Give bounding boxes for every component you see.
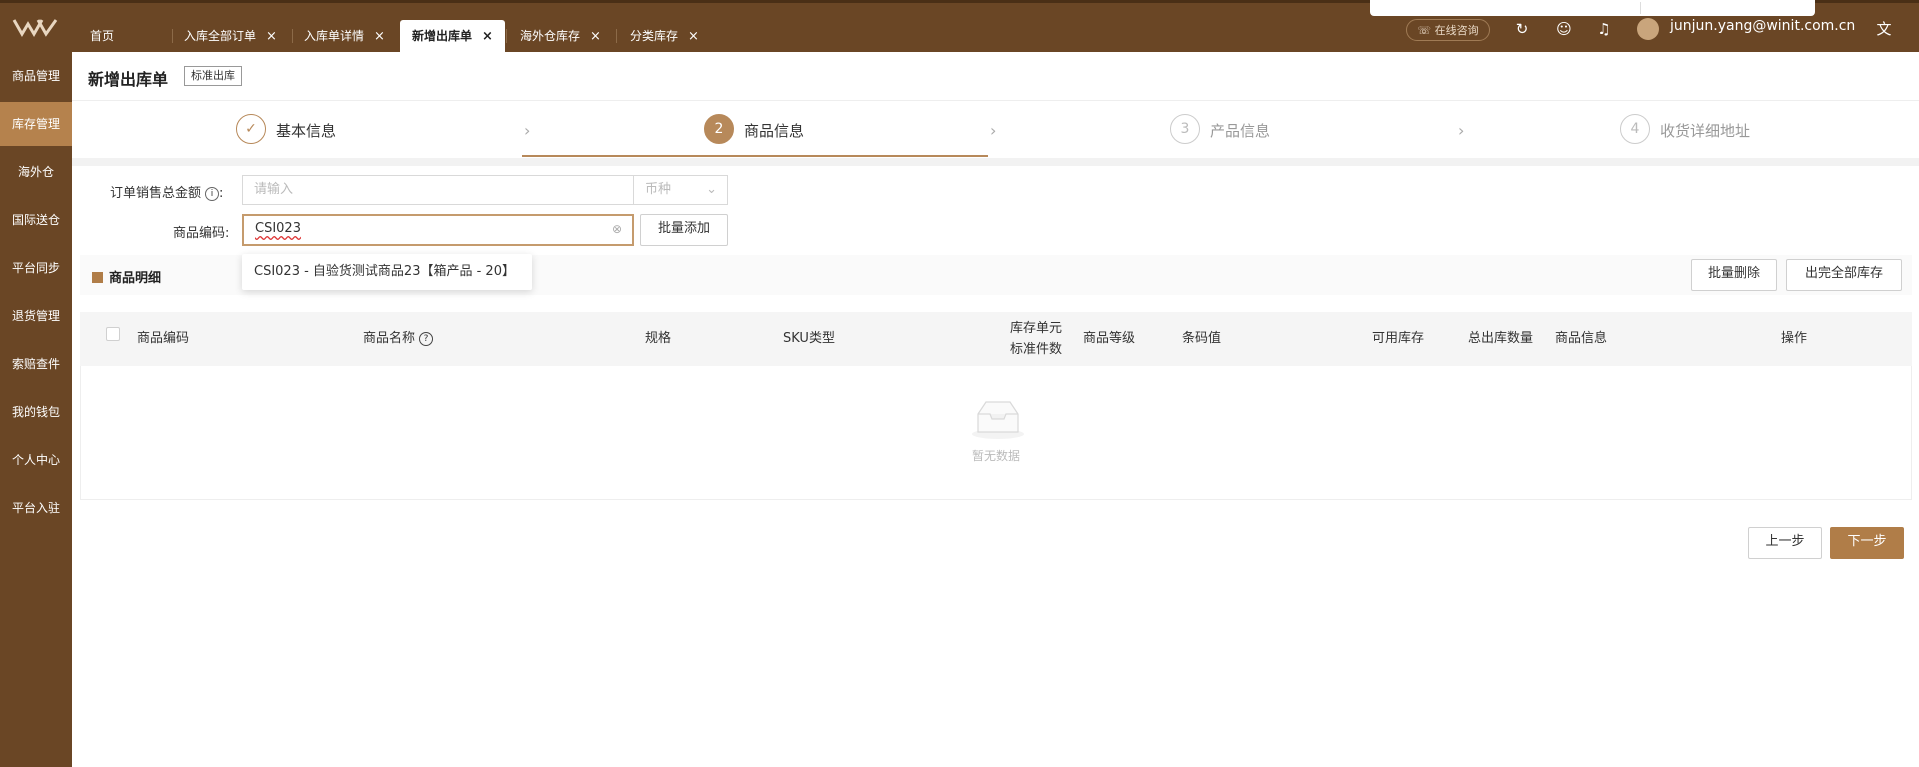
close-icon[interactable]: × xyxy=(688,29,699,44)
empty-state-text: 暂无数据 xyxy=(971,449,1020,463)
sidebar-item-claims[interactable]: 索赔查件 xyxy=(0,342,72,386)
tab-inbound-all-orders[interactable]: 入库全部订单 × xyxy=(184,20,277,52)
total-amount-label: 订单销售总金额 i: xyxy=(110,186,224,201)
chevron-right-icon: › xyxy=(1458,121,1465,140)
bell-icon[interactable]: ♫ xyxy=(1594,19,1614,39)
col-available-stock: 可用库存 xyxy=(1372,331,1425,346)
tab-new-outbound[interactable]: 新增出库单 × xyxy=(400,20,505,52)
select-all-checkbox[interactable] xyxy=(106,327,120,341)
tab-category-inventory[interactable]: 分类库存 × xyxy=(630,20,699,52)
close-icon[interactable]: × xyxy=(374,29,385,44)
close-icon[interactable]: × xyxy=(590,29,601,44)
table-header xyxy=(80,312,1912,366)
col-standard-qty: 标准件数 xyxy=(1010,342,1063,357)
page-title: 新增出库单 xyxy=(88,70,169,89)
translate-icon[interactable]: 文 xyxy=(1874,19,1894,39)
dropdown-popup-edge xyxy=(1370,0,1815,16)
active-step-indicator xyxy=(522,155,988,157)
tab-overseas-inventory[interactable]: 海外仓库存 × xyxy=(520,20,601,52)
check-icon: ✓ xyxy=(236,114,266,144)
col-product-info: 商品信息 xyxy=(1555,331,1608,346)
sidebar-item-products[interactable]: 商品管理 xyxy=(0,54,72,98)
sidebar-item-inventory[interactable]: 库存管理 xyxy=(0,102,72,146)
empty-inbox-icon xyxy=(972,401,1024,439)
headset-icon: ☏ xyxy=(1417,24,1435,37)
clear-icon[interactable]: ⊗ xyxy=(612,216,622,242)
sidebar-item-wallet[interactable]: 我的钱包 xyxy=(0,390,72,434)
col-spec: 规格 xyxy=(645,331,672,346)
col-product-code: 商品编码 xyxy=(137,331,190,346)
ship-all-inventory-button[interactable]: 出完全部库存 xyxy=(1786,259,1902,291)
currency-select[interactable]: 币种 ⌄ xyxy=(633,175,728,205)
sidebar-item-intl-delivery[interactable]: 国际送仓 xyxy=(0,198,72,242)
sidebar-item-returns[interactable]: 退货管理 xyxy=(0,294,72,338)
avatar[interactable] xyxy=(1637,18,1659,40)
batch-add-button[interactable]: 批量添加 xyxy=(640,214,728,246)
prev-step-button[interactable]: 上一步 xyxy=(1748,527,1822,559)
online-chat-button[interactable]: ☏ 在线咨询 xyxy=(1406,19,1490,41)
user-email[interactable]: junjun.yang@winit.com.cn xyxy=(1670,18,1855,34)
tab-home[interactable]: 首页 xyxy=(90,20,114,52)
product-code-label: 商品编码: xyxy=(173,226,230,241)
total-amount-input[interactable]: 请输入 xyxy=(242,175,634,205)
tab-inbound-detail[interactable]: 入库单详情 × xyxy=(304,20,385,52)
next-step-button[interactable]: 下一步 xyxy=(1830,527,1904,559)
refresh-icon[interactable]: ↻ xyxy=(1512,19,1532,39)
chevron-right-icon: › xyxy=(990,121,997,140)
col-sku-type: SKU类型 xyxy=(783,331,835,346)
close-icon[interactable]: × xyxy=(266,29,277,44)
chevron-right-icon: › xyxy=(524,121,531,140)
brand-logo[interactable] xyxy=(12,16,58,38)
outbound-type-badge: 标准出库 xyxy=(184,66,242,86)
sidebar-item-overseas-warehouse[interactable]: 海外仓 xyxy=(0,150,72,194)
col-barcode: 条码值 xyxy=(1182,331,1222,346)
sidebar-item-profile[interactable]: 个人中心 xyxy=(0,438,72,482)
col-actions: 操作 xyxy=(1781,331,1808,346)
col-product-name: 商品名称? xyxy=(363,327,434,346)
sidebar-item-platform-sync[interactable]: 平台同步 xyxy=(0,246,72,290)
sidebar: 商品管理 库存管理 海外仓 国际送仓 平台同步 退货管理 索赔查件 我的钱包 个… xyxy=(0,52,72,767)
product-code-input[interactable]: CSI023 ⊗ xyxy=(242,214,634,246)
product-suggestion-item[interactable]: CSI023 - 自验货测试商品23【箱产品 - 20】 xyxy=(242,254,532,290)
info-icon[interactable]: i xyxy=(205,186,220,201)
col-stock-unit: 库存单元 xyxy=(1010,321,1063,336)
help-icon[interactable]: ? xyxy=(419,331,434,346)
product-detail-title: 商品明细 xyxy=(92,267,161,286)
chevron-down-icon: ⌄ xyxy=(706,182,717,197)
close-icon[interactable]: × xyxy=(482,29,493,44)
stepper: ✓ 基本信息 › 2 商品信息 › 3 产品信息 › 4 收货详细地址 xyxy=(72,100,1919,158)
list-icon xyxy=(92,272,103,283)
smile-icon[interactable]: ☺ xyxy=(1554,19,1574,39)
batch-delete-button[interactable]: 批量删除 xyxy=(1691,259,1777,291)
col-total-outbound-qty: 总出库数量 xyxy=(1468,331,1534,346)
sidebar-item-platform-join[interactable]: 平台入驻 xyxy=(0,486,72,530)
col-product-grade: 商品等级 xyxy=(1083,331,1136,346)
